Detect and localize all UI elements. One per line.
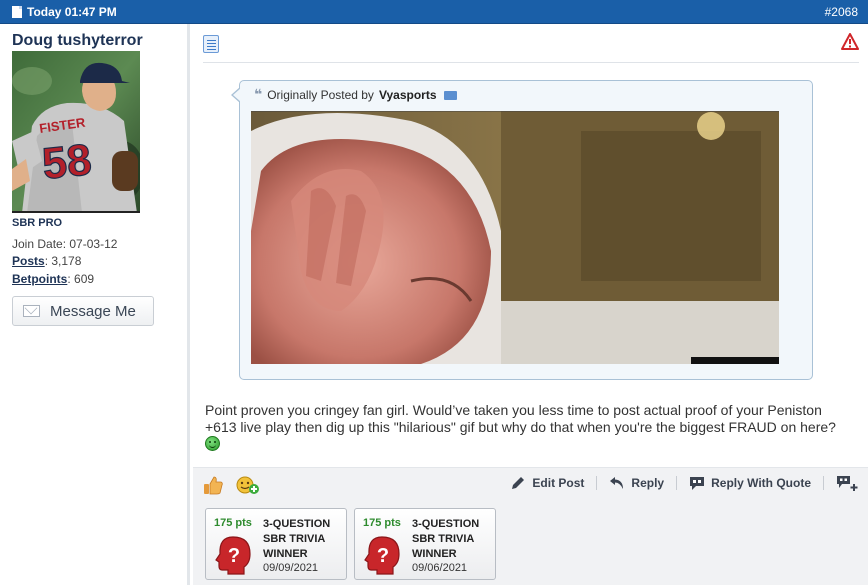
reply-button[interactable]: Reply <box>597 476 676 490</box>
posts-link[interactable]: Posts <box>12 254 45 268</box>
pencil-icon <box>512 477 525 489</box>
quote-block: ❝ Originally Posted by Vyasports <box>231 80 813 380</box>
reply-label: Reply <box>631 476 665 490</box>
award-badge[interactable]: 175 pts 3-QUESTION SBR TRIVIA WINNER 09/… <box>205 508 347 580</box>
posts-value: 3,178 <box>51 254 82 268</box>
user-panel: Doug tushyterror FISTER 58 SBR PRO Join … <box>0 24 190 585</box>
post-date-label: Today 01:47 PM <box>27 4 117 19</box>
message-me-label: Message Me <box>50 302 136 320</box>
award-points: 175 pts <box>214 517 252 529</box>
svg-text:?: ? <box>228 545 240 567</box>
add-reaction-icon[interactable] <box>235 475 261 498</box>
join-date-label: Join Date: <box>12 237 67 251</box>
reply-with-quote-button[interactable]: Reply With Quote <box>677 476 823 491</box>
multi-quote-button[interactable] <box>824 475 858 491</box>
svg-text:?: ? <box>377 545 389 567</box>
award-points: 175 pts <box>363 517 401 529</box>
note-icon <box>203 35 219 53</box>
edit-post-button[interactable]: Edit Post <box>498 475 596 491</box>
user-rank: SBR PRO <box>12 217 63 229</box>
post-head <box>203 33 859 63</box>
reply-with-quote-label: Reply With Quote <box>711 476 811 490</box>
quote-header: ❝ Originally Posted by Vyasports <box>254 88 457 102</box>
reactions <box>203 475 261 498</box>
view-post-icon[interactable] <box>443 90 457 100</box>
envelope-icon <box>23 305 40 317</box>
quoted-gif-image <box>251 111 779 364</box>
award-title: 3-QUESTION SBR TRIVIA WINNER <box>263 518 331 560</box>
reply-with-quote-icon <box>690 476 705 490</box>
jersey-number: 58 <box>40 135 94 189</box>
award-date: 09/09/2021 <box>263 562 319 574</box>
award-title: 3-QUESTION SBR TRIVIA WINNER <box>412 518 480 560</box>
post-date: Today 01:47 PM <box>12 5 117 19</box>
question-head-icon: ? <box>214 535 252 575</box>
document-icon <box>12 5 22 18</box>
quote-icon: ❝ <box>254 87 263 103</box>
username-link[interactable]: Doug tushyterror <box>12 32 143 50</box>
betpoints-link[interactable]: Betpoints <box>12 272 67 286</box>
join-date: Join Date: 07-03-12 <box>12 237 117 251</box>
edit-post-label: Edit Post <box>532 476 585 490</box>
betpoints: Betpoints: 609 <box>12 272 95 286</box>
join-date-value: 07-03-12 <box>69 237 118 251</box>
warning-icon[interactable] <box>841 33 859 53</box>
avatar[interactable]: FISTER 58 <box>12 51 140 213</box>
thumbs-up-icon[interactable] <box>203 476 223 498</box>
smiley-icon <box>205 436 220 451</box>
post-message: Point proven you cringey fan girl. Would… <box>205 402 855 453</box>
question-head-icon: ? <box>363 535 401 575</box>
post-number-link[interactable]: #2068 <box>825 5 858 19</box>
post-message-text: Point proven you cringey fan girl. Would… <box>205 402 836 435</box>
multi-quote-icon <box>837 476 858 491</box>
post-body: ❝ Originally Posted by Vyasports Point p… <box>193 24 868 585</box>
quote-prefix: Originally Posted by <box>267 88 374 102</box>
post-footer: Edit Post Reply Reply With Quote 175 pts… <box>193 467 868 585</box>
reply-icon <box>610 477 624 489</box>
award-date: 09/06/2021 <box>412 562 468 574</box>
post-count: Posts: 3,178 <box>12 254 82 268</box>
post-actions: Edit Post Reply Reply With Quote <box>498 475 858 491</box>
post-header-bar: Today 01:47 PM #2068 <box>0 0 868 24</box>
message-me-button[interactable]: Message Me <box>12 296 154 326</box>
award-badge[interactable]: 175 pts 3-QUESTION SBR TRIVIA WINNER 09/… <box>354 508 496 580</box>
quote-author-link[interactable]: Vyasports <box>379 88 437 102</box>
betpoints-value: 609 <box>74 272 95 286</box>
